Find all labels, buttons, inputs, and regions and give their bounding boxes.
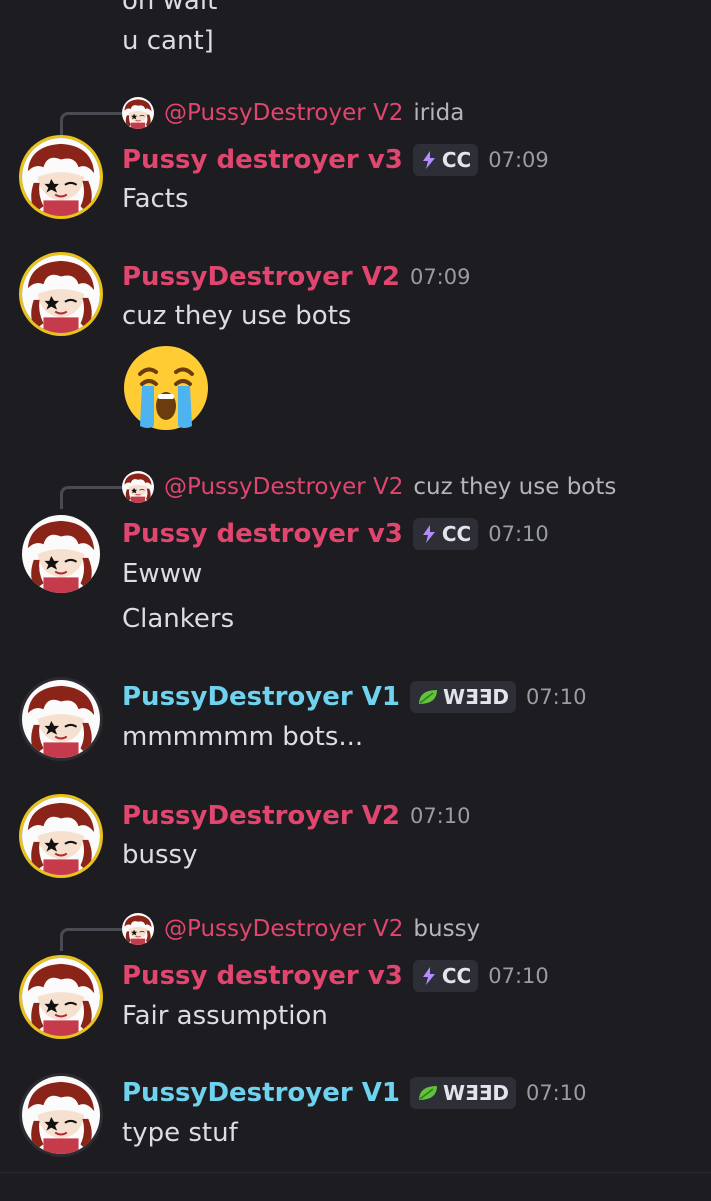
timestamp: 07:09 [409,265,471,289]
timestamp: 07:10 [488,964,549,988]
timestamp: 07:10 [488,522,549,546]
avatar [122,913,154,945]
message-header: PussyDestroyer V2 07:10 [122,796,470,836]
timestamp: 07:10 [525,1081,587,1105]
reply-mention[interactable]: @PussyDestroyer V2 [164,100,403,126]
message-line: Ewww [122,559,203,589]
avatar[interactable] [22,797,100,875]
timestamp: 07:09 [488,148,549,172]
leaf-icon [418,1086,437,1100]
reply-preview[interactable]: @PussyDestroyer V2 bussy [122,912,480,946]
username[interactable]: PussyDestroyer V1 [122,1078,400,1108]
clan-tag[interactable]: CC [412,144,479,176]
timestamp: 07:10 [409,804,471,828]
clan-tag[interactable]: CC [412,960,479,992]
reply-connector [60,112,123,135]
message-header: PussyDestroyer V1 WƎƎD 07:10 [122,1073,586,1113]
message-line: Fair assumption [122,1001,328,1031]
clan-tag[interactable]: CC [412,518,479,550]
reply-text: bussy [413,916,481,942]
clan-tag[interactable]: WƎƎD [409,1077,516,1109]
username[interactable]: Pussy destroyer v3 [122,961,403,991]
reply-connector [60,928,123,951]
message-header: Pussy destroyer v3 CC 07:10 [122,956,549,996]
message-header: Pussy destroyer v3 CC 07:09 [122,140,549,180]
reply-text: cuz they use bots [413,474,617,500]
composer-bar [0,1172,711,1201]
lightning-icon [422,151,435,169]
message-line: Clankers [122,604,235,634]
clan-tag[interactable]: WƎƎD [409,681,516,713]
tag-label: WƎƎD [442,685,509,709]
username[interactable]: PussyDestroyer V1 [122,682,400,712]
reply-mention[interactable]: @PussyDestroyer V2 [164,916,403,942]
avatar[interactable] [22,680,100,758]
reply-text: irida [413,100,465,126]
reply-connector [60,486,123,509]
message-header: PussyDestroyer V2 07:09 [122,257,470,297]
lightning-icon [422,967,435,985]
reply-mention[interactable]: @PussyDestroyer V2 [164,474,403,500]
reply-preview[interactable]: @PussyDestroyer V2 irida [122,96,464,130]
timestamp: 07:10 [525,685,587,709]
avatar[interactable] [22,255,100,333]
tag-label: CC [441,964,472,988]
username[interactable]: Pussy destroyer v3 [122,145,403,175]
avatar[interactable] [22,515,100,593]
message-line: Facts [122,184,189,214]
message-header: PussyDestroyer V1 WƎƎD 07:10 [122,677,586,717]
avatar[interactable] [22,138,100,216]
avatar[interactable] [22,958,100,1036]
avatar [122,97,154,129]
avatar[interactable] [22,1076,100,1154]
message-line: u cant] [122,26,214,56]
tag-label: CC [441,522,472,546]
leaf-icon [418,690,437,704]
avatar [122,471,154,503]
tag-label: WƎƎD [442,1081,509,1105]
message-line: type stuf [122,1118,238,1148]
message-line: oh wait [122,0,218,16]
message-line: bussy [122,840,198,870]
reply-preview[interactable]: @PussyDestroyer V2 cuz they use bots [122,470,616,504]
message-line: mmmmmm bots... [122,722,364,752]
username[interactable]: PussyDestroyer V2 [122,262,400,292]
username[interactable]: PussyDestroyer V2 [122,801,400,831]
tag-label: CC [441,148,472,172]
message-header: Pussy destroyer v3 CC 07:10 [122,514,549,554]
lightning-icon [422,525,435,543]
username[interactable]: Pussy destroyer v3 [122,519,403,549]
loudly-crying-face-icon[interactable] [122,344,210,432]
message-line: cuz they use bots [122,301,352,331]
